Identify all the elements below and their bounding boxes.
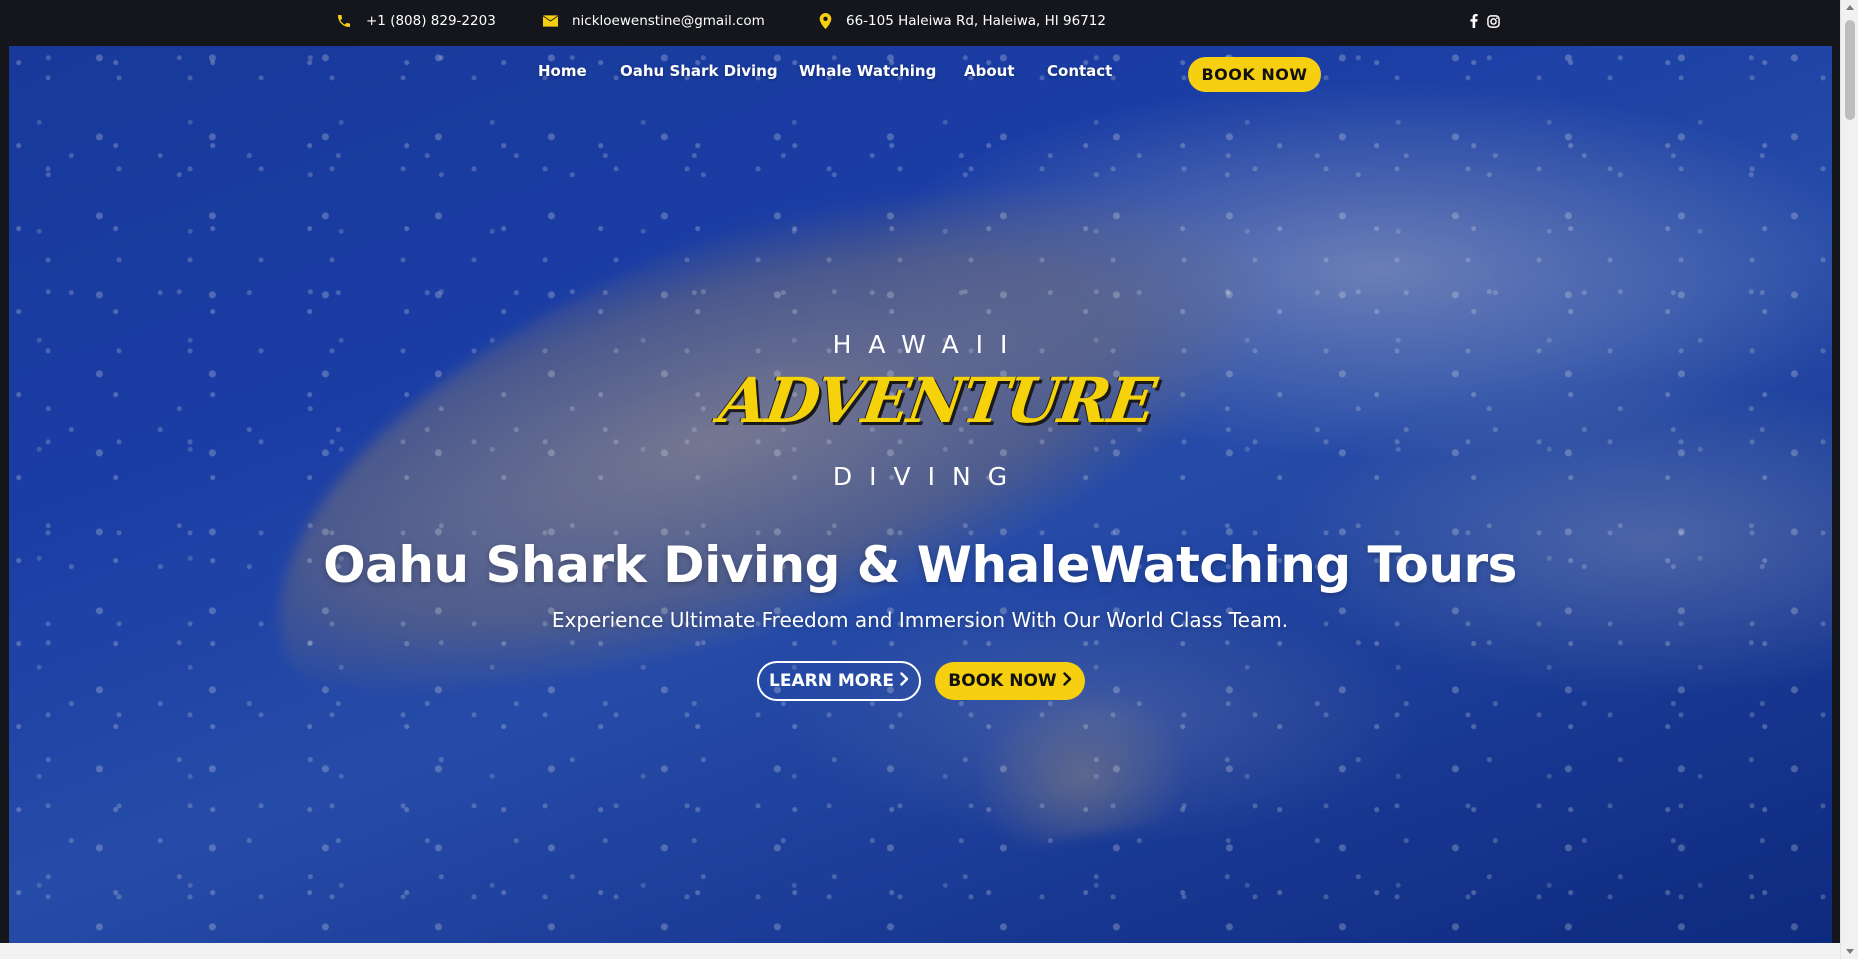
contact-email[interactable]: nickloewenstine@gmail.com (543, 13, 765, 29)
scrollbar-thumb[interactable] (1845, 20, 1855, 120)
social-links (1470, 14, 1500, 32)
hero-subheadline: Experience Ultimate Freedom and Immersio… (551, 608, 1289, 632)
nav-book-now-button[interactable]: BOOK NOW (1188, 57, 1321, 92)
nav-home[interactable]: Home (538, 62, 587, 80)
book-now-label: BOOK NOW (948, 671, 1057, 691)
page-bottom-edge (0, 943, 1840, 959)
phone-number: +1 (808) 829-2203 (366, 13, 496, 29)
hero-book-now-button[interactable]: BOOK NOW (935, 662, 1085, 700)
hero-headline: Oahu Shark Diving & WhaleWatching Tours (323, 536, 1517, 594)
nav-oahu-shark-diving[interactable]: Oahu Shark Diving (620, 62, 778, 80)
nav-whale-watching[interactable]: Whale Watching (799, 62, 936, 80)
main-nav: Home Oahu Shark Diving Whale Watching Ab… (0, 62, 1840, 86)
logo-hawaii-text: HAWAII (832, 330, 1025, 359)
email-icon (543, 15, 558, 27)
street-address: 66-105 Haleiwa Rd, Haleiwa, HI 96712 (846, 13, 1106, 29)
learn-more-button[interactable]: LEARN MORE (757, 661, 921, 701)
learn-more-label: LEARN MORE (769, 671, 894, 691)
chevron-right-icon (1062, 671, 1072, 691)
nav-about[interactable]: About (964, 62, 1015, 80)
logo-diving-text: DIVING (832, 462, 1025, 491)
page-scrollbar[interactable] (1840, 0, 1858, 959)
scroll-down-arrow-icon[interactable] (1846, 949, 1854, 954)
nav-contact[interactable]: Contact (1047, 62, 1112, 80)
site-logo[interactable]: HAWAII ADVENTURE DIVING (715, 330, 1159, 496)
chevron-right-icon (900, 671, 909, 691)
email-address: nickloewenstine@gmail.com (572, 13, 765, 29)
scroll-up-arrow-icon[interactable] (1846, 5, 1854, 10)
logo-adventure-text: ADVENTURE (714, 364, 1159, 437)
facebook-icon[interactable] (1470, 14, 1478, 32)
contact-phone[interactable]: +1 (808) 829-2203 (336, 13, 496, 29)
location-pin-icon (819, 13, 832, 29)
contact-address[interactable]: 66-105 Haleiwa Rd, Haleiwa, HI 96712 (819, 13, 1106, 29)
phone-icon (336, 13, 352, 29)
top-info-bar: +1 (808) 829-2203 nickloewenstine@gmail.… (0, 0, 1840, 46)
instagram-icon[interactable] (1487, 14, 1500, 32)
